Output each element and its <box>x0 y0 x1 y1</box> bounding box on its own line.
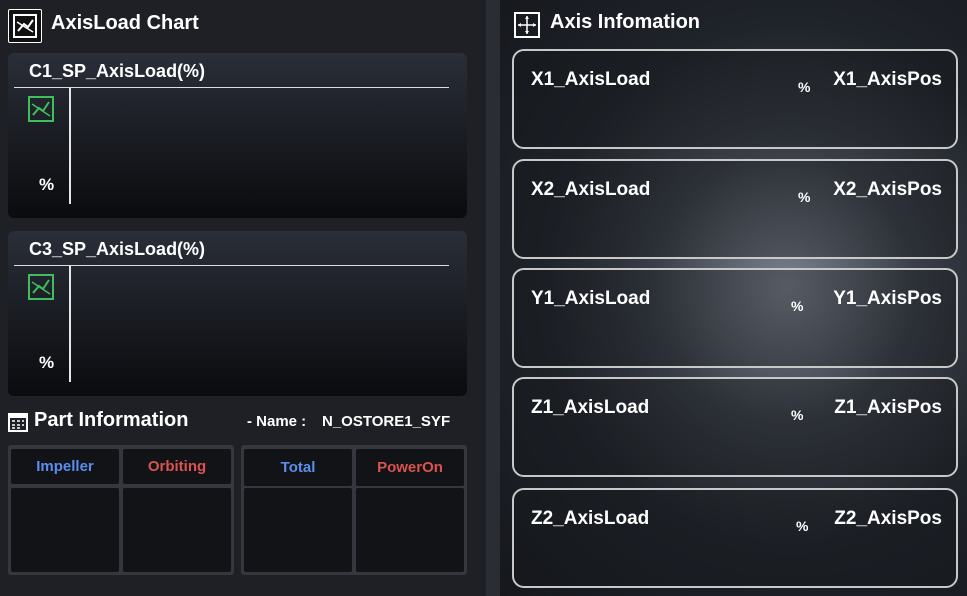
left-panel: AxisLoad Chart C1_SP_AxisLoad(%) % C3_SP… <box>0 0 486 596</box>
axis-load-label: Z2_AxisLoad <box>531 508 650 529</box>
col-header-orbiting: Orbiting <box>123 449 231 484</box>
chart-rule <box>14 87 449 88</box>
axis-load-unit: % <box>798 79 811 95</box>
chart-y-axis <box>69 88 71 204</box>
part-name-value: N_OSTORE1_SYF <box>322 413 451 430</box>
axis-load-unit: % <box>791 298 804 314</box>
axis-load-label: Z1_AxisLoad <box>531 397 650 418</box>
chart-icon <box>8 9 42 43</box>
axis-pos-label: Z1_AxisPos <box>834 397 942 418</box>
axis-card-z2: Z2_AxisLoad % Z2_AxisPos <box>512 488 958 588</box>
axis-panel-title: Axis Infomation <box>550 11 701 33</box>
part-box-count: Impeller Orbiting <box>8 445 234 575</box>
axis-pos-label: Y1_AxisPos <box>833 288 942 309</box>
panel-title: AxisLoad Chart <box>51 12 199 34</box>
col-header-poweron: PowerOn <box>356 449 464 486</box>
chart-y-axis <box>69 266 71 382</box>
line-chart-icon[interactable] <box>28 96 54 122</box>
value-poweron <box>356 488 464 572</box>
axis-load-label: X2_AxisLoad <box>531 179 651 200</box>
axis-card-y1: Y1_AxisLoad % Y1_AxisPos <box>512 268 958 368</box>
axis-card-x1: X1_AxisLoad % X1_AxisPos <box>512 49 958 149</box>
chart-title: C1_SP_AxisLoad(%) <box>29 61 206 81</box>
axis-card-x2: X2_AxisLoad % X2_AxisPos <box>512 159 958 259</box>
axis-card-z1: Z1_AxisLoad % Z1_AxisPos <box>512 377 958 477</box>
calendar-icon <box>8 412 28 432</box>
part-title: Part Information <box>34 409 189 431</box>
chart-rule <box>14 265 449 266</box>
value-orbiting <box>123 488 231 572</box>
axis-pos-label: X2_AxisPos <box>833 179 942 200</box>
axis-load-label: X1_AxisLoad <box>531 69 651 90</box>
chart-panel-c1: C1_SP_AxisLoad(%) % <box>8 53 467 218</box>
chart-title: C3_SP_AxisLoad(%) <box>29 239 206 259</box>
part-name-label: - Name : <box>247 413 307 430</box>
part-box-time: Total PowerOn <box>241 445 467 575</box>
axis-load-unit: % <box>798 189 811 205</box>
chart-unit: % <box>39 175 55 194</box>
axis-load-label: Y1_AxisLoad <box>531 288 651 309</box>
axis-pos-label: Z2_AxisPos <box>834 508 942 529</box>
axis-pos-label: X1_AxisPos <box>833 69 942 90</box>
axis-load-unit: % <box>796 518 809 534</box>
line-chart-icon[interactable] <box>28 274 54 300</box>
chart-unit: % <box>39 353 55 372</box>
axis-load-unit: % <box>791 407 804 423</box>
col-header-total: Total <box>244 449 352 486</box>
axis-icon <box>514 12 540 38</box>
col-header-impeller: Impeller <box>11 449 119 484</box>
panel-divider <box>486 0 500 596</box>
value-impeller <box>11 488 119 572</box>
chart-panel-c3: C3_SP_AxisLoad(%) % <box>8 231 467 396</box>
value-total <box>244 488 352 572</box>
